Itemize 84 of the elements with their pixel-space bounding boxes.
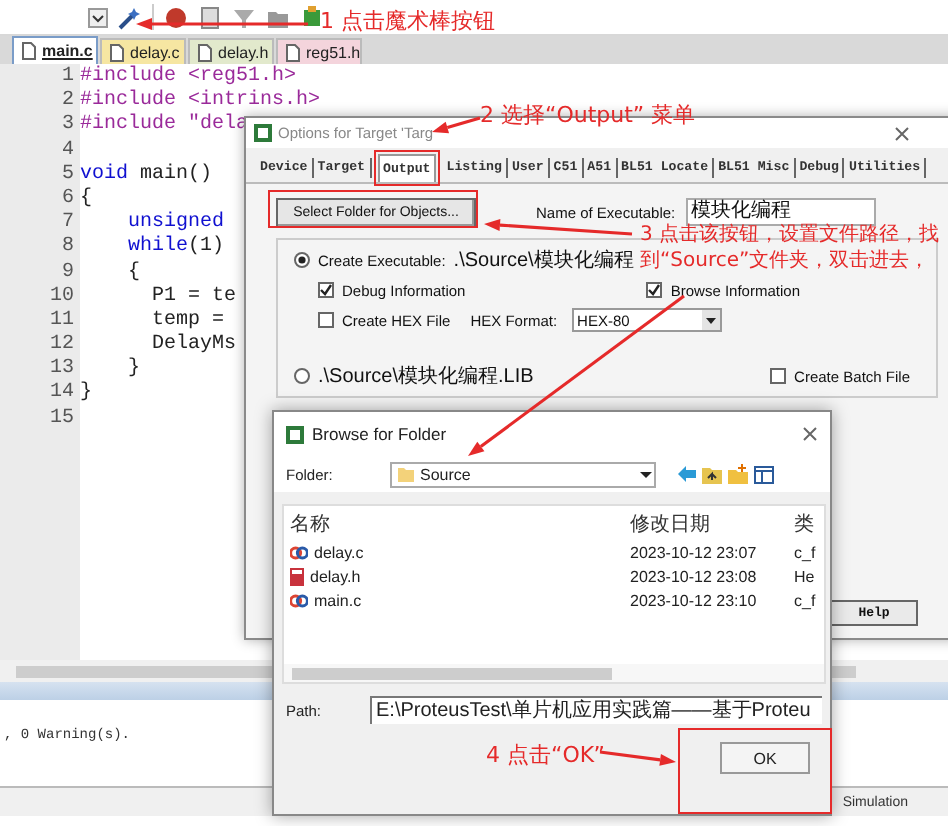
- page-icon: [22, 42, 36, 60]
- c-file-icon: [290, 545, 308, 559]
- annotation-text: 2 选择“Output” 菜单: [480, 102, 696, 128]
- line-number: 9: [59, 261, 76, 286]
- code-line: DelayMs: [150, 334, 237, 359]
- line-number: 5: [59, 163, 76, 188]
- code-line: }: [126, 358, 141, 383]
- code-line: #include <intrins.h>: [80, 90, 321, 113]
- header-file-icon: [290, 567, 304, 585]
- dropdown-icon: [701, 310, 720, 330]
- code-line: }: [80, 382, 93, 408]
- code-line: temp =: [150, 309, 225, 333]
- app-icon: [286, 425, 304, 443]
- folder-up-icon[interactable]: [702, 464, 722, 484]
- file-name[interactable]: delay.c: [290, 543, 630, 561]
- view-menu-icon[interactable]: [754, 464, 774, 484]
- code-line: {: [126, 261, 141, 286]
- annotation-arrow: [599, 750, 676, 766]
- line-number: 4: [59, 139, 76, 164]
- line-number: 10: [47, 285, 76, 310]
- radio-button[interactable]: [294, 252, 310, 268]
- line-number: 11: [47, 309, 76, 334]
- column-header[interactable]: 类: [794, 509, 824, 537]
- file-tab[interactable]: delay.h: [188, 38, 274, 64]
- radio-button[interactable]: [294, 368, 310, 384]
- funnel-icon[interactable]: [232, 5, 256, 29]
- folder-select[interactable]: Source: [390, 461, 656, 487]
- name-field[interactable]: 模块化编程: [685, 198, 876, 226]
- line-number: 12: [47, 334, 76, 358]
- code-line: #include <reg51.h>: [80, 66, 297, 89]
- line-number: 2: [59, 90, 76, 114]
- file-name[interactable]: delay.h: [290, 567, 630, 585]
- c-file-icon: [290, 593, 308, 607]
- column-header[interactable]: 名称: [290, 509, 630, 537]
- column-header[interactable]: 修改日期: [630, 509, 794, 537]
- checkbox[interactable]: [646, 282, 663, 298]
- file-tab[interactable]: main.c: [12, 36, 98, 64]
- annotation-text: 1 点击魔术棒按钮: [320, 8, 495, 34]
- dropdown-icon[interactable]: [88, 7, 108, 27]
- code-line: P1 = te: [150, 285, 237, 310]
- code-line: {: [80, 187, 93, 213]
- close-icon[interactable]: [894, 125, 910, 141]
- checkbox[interactable]: [318, 282, 334, 298]
- page-icon: [286, 43, 300, 61]
- annotation-text: 3 点击该按钮，设置文件路径，找到“Source”文件夹，双击进去，: [640, 222, 942, 274]
- output-path: .\Source\模块化编程: [453, 247, 634, 274]
- app-icon: [254, 124, 272, 142]
- code-line: void main(): [80, 163, 213, 187]
- annotation-arrow: [432, 116, 481, 134]
- line-number: 3: [59, 114, 76, 140]
- code-line: unsigned: [126, 212, 225, 235]
- modified-date: 2023-10-12 23:10: [630, 591, 759, 609]
- file-type: He: [794, 567, 817, 585]
- checkbox[interactable]: [318, 312, 334, 328]
- ok-button[interactable]: OK: [720, 742, 810, 774]
- modified-date: 2023-10-12 23:07: [630, 543, 759, 561]
- stop-icon[interactable]: [164, 5, 188, 29]
- file-tab[interactable]: reg51.h: [276, 38, 362, 64]
- annotation-text: 4 点击“OK”: [486, 742, 605, 768]
- line-number: 13: [47, 358, 76, 382]
- folder-icon: [398, 466, 414, 482]
- scrollbar[interactable]: [292, 667, 612, 679]
- file-tab[interactable]: delay.c: [100, 38, 186, 64]
- page-icon: [110, 43, 124, 61]
- chip-icon[interactable]: [300, 5, 324, 29]
- page-icon: [198, 43, 212, 61]
- checkbox[interactable]: [770, 368, 787, 384]
- modified-date: 2023-10-12 23:08: [630, 567, 759, 585]
- line-number: 7: [59, 212, 76, 236]
- line-number: 1: [59, 66, 76, 90]
- wand-icon[interactable]: [118, 5, 142, 29]
- file-type: c_f: [794, 543, 818, 561]
- file-type: c_f: [794, 591, 818, 609]
- file-name[interactable]: main.c: [290, 591, 630, 609]
- path-field[interactable]: E:\ProteusTest\单片机应用实践篇——基于Proteu: [370, 696, 822, 724]
- dialog-title: Browse for Folder: [312, 424, 447, 444]
- close-icon[interactable]: [802, 426, 818, 442]
- radio-label: .\Source\模块化编程.LIB: [318, 363, 534, 390]
- line-number: 8: [59, 236, 76, 261]
- line-number: 14: [47, 382, 76, 408]
- line-number: 6: [59, 187, 76, 212]
- code-line: while(1): [126, 236, 225, 261]
- highlight-box: [373, 150, 441, 186]
- line-number: 15: [47, 407, 76, 432]
